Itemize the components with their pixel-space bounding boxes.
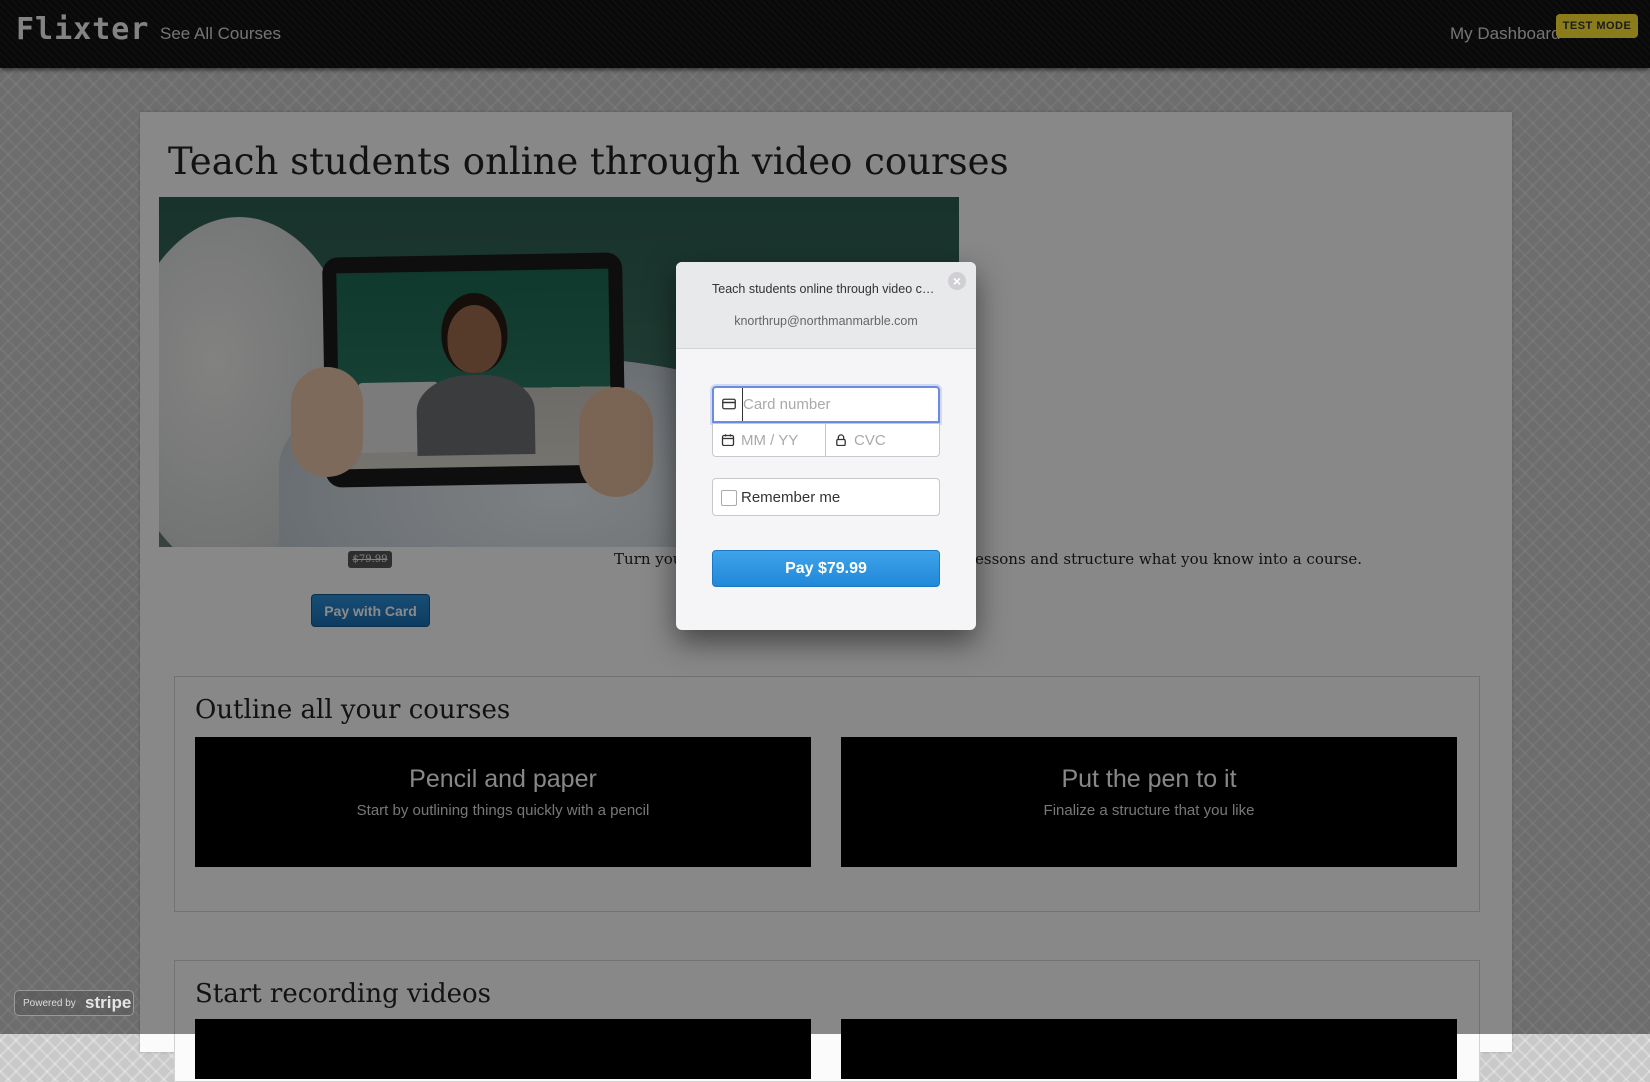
remember-me-label: Remember me [741,489,841,506]
remember-me-row[interactable]: Remember me [712,478,940,516]
modal-header: Teach students online through video cour… [676,262,976,349]
stripe-logo-text: stripe [85,993,132,1012]
calendar-icon [721,434,735,446]
pay-button[interactable]: Pay $79.99 [712,550,940,587]
expiry-field[interactable] [712,423,826,457]
powered-by-label: Powered by [23,998,76,1009]
checkout-email: knorthrup@northmanmarble.com [734,314,918,328]
stripe-checkout-modal: Teach students online through video cour… [676,262,976,630]
credit-card-icon [722,398,736,410]
lock-icon [836,434,846,446]
remember-me-checkbox[interactable] [721,490,737,506]
card-number-field[interactable] [712,386,940,423]
checkout-title: Teach students online through video cour… [712,282,936,296]
cvc-field[interactable] [825,423,940,457]
powered-by-stripe-badge[interactable]: Powered by stripe [14,990,134,1016]
cvc-input[interactable] [854,424,939,456]
card-number-input[interactable] [742,388,911,421]
close-icon[interactable]: × [948,272,966,290]
expiry-input[interactable] [741,424,825,456]
